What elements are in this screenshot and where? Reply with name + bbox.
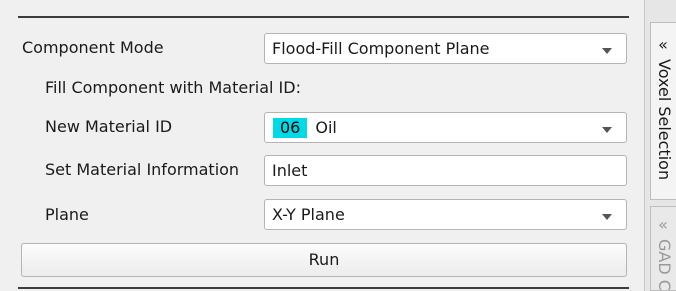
component-mode-label: Component Mode [22,38,164,57]
material-info-value: Inlet [272,161,308,180]
chevron-down-icon [602,214,612,220]
component-mode-dropdown[interactable]: Flood-Fill Component Plane [264,33,627,64]
dock-tab-label: GAD C [655,239,674,291]
component-mode-value: Flood-Fill Component Plane [272,39,490,58]
material-color-swatch: 06 [273,118,308,138]
dock-tab-bar: « Voxel Selection « GAD C [644,0,676,291]
top-divider [18,16,629,18]
run-button[interactable]: Run [21,243,627,277]
fill-section-heading: Fill Component with Material ID: [45,78,301,97]
material-info-label: Set Material Information [45,160,240,179]
plane-dropdown[interactable]: X-Y Plane [264,199,627,230]
material-info-input[interactable]: Inlet [264,155,627,186]
chevron-down-icon [602,127,612,133]
plane-value: X-Y Plane [272,205,345,224]
dock-tab-voxel-selection[interactable]: « Voxel Selection [650,22,676,200]
component-panel: Component Mode Flood-Fill Component Plan… [0,0,643,291]
bottom-divider [18,287,629,289]
chevron-down-icon [602,48,612,54]
dock-tab-gad[interactable]: « GAD C [650,206,676,291]
new-material-id-dropdown[interactable]: 06 Oil [264,112,627,143]
material-name: Oil [315,118,337,137]
new-material-id-label: New Material ID [45,117,173,136]
plane-label: Plane [45,205,89,224]
dock-tab-label: Voxel Selection [655,59,674,181]
chevrons-left-icon: « [658,215,668,234]
chevrons-left-icon: « [658,35,668,54]
